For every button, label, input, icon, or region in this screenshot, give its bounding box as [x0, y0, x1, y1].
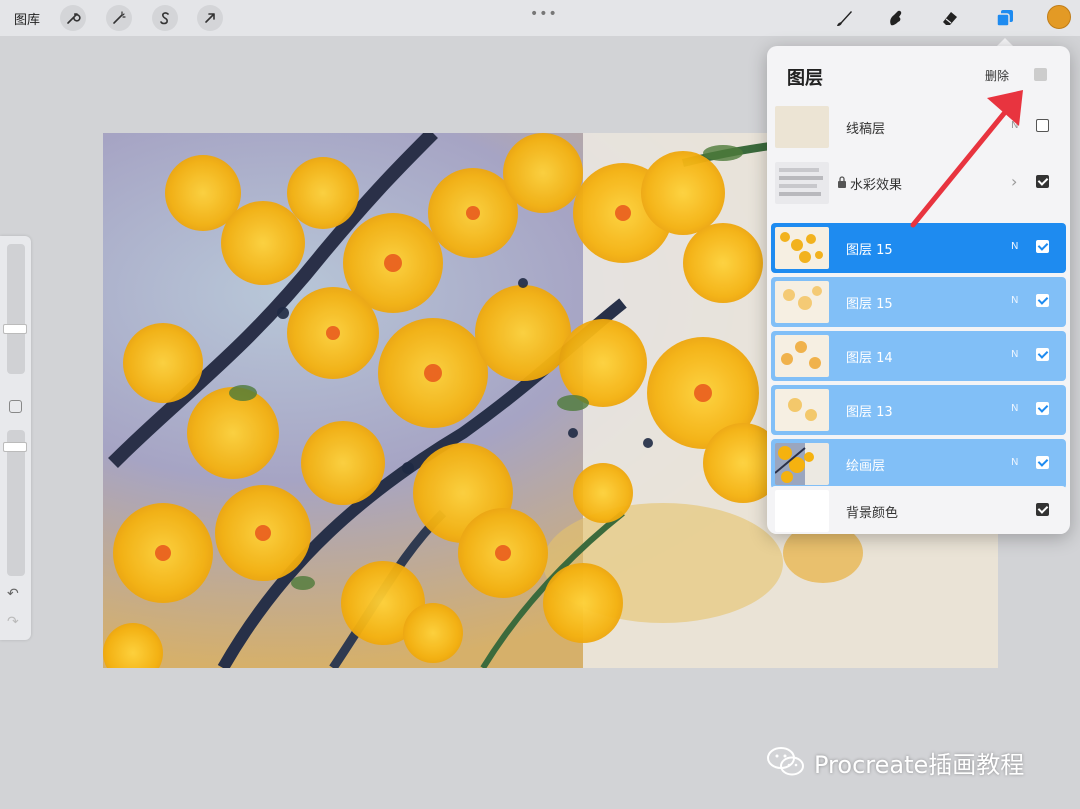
opacity-thumb[interactable]	[3, 442, 27, 452]
layer-name: 背景颜色	[846, 506, 899, 521]
layer-visibility-checkbox[interactable]	[1036, 456, 1049, 469]
left-sidebar: ↶ ↷	[0, 236, 31, 640]
layer-name: 图层 14	[846, 351, 893, 366]
add-layer-button[interactable]	[1034, 68, 1047, 81]
undo-button[interactable]: ↶	[7, 586, 19, 602]
layer-row-selected[interactable]: 图层 15 N	[771, 277, 1066, 327]
redo-button[interactable]: ↷	[7, 614, 19, 630]
layer-blend-mode[interactable]: N	[1011, 457, 1018, 468]
lock-icon	[838, 176, 846, 188]
layer-thumbnail	[775, 162, 829, 204]
layer-visibility-checkbox[interactable]	[1036, 348, 1049, 361]
modify-button[interactable]	[9, 400, 22, 413]
layer-thumbnail	[775, 106, 829, 148]
layer-row-active[interactable]: 图层 15 N	[771, 223, 1066, 273]
layer-group-row[interactable]: 水彩效果 ›	[771, 158, 1066, 208]
layer-thumbnail	[775, 335, 829, 377]
layer-name: 图层 15	[846, 297, 893, 312]
layers-panel-title: 图层	[787, 68, 823, 89]
color-picker-button[interactable]	[1047, 5, 1071, 29]
layer-blend-mode[interactable]: N	[1011, 120, 1018, 131]
layer-name: 水彩效果	[850, 178, 903, 193]
selection-s-icon[interactable]	[152, 5, 178, 31]
layer-blend-mode[interactable]: N	[1011, 349, 1018, 360]
gallery-button[interactable]: 图库	[14, 9, 40, 28]
layer-row-selected[interactable]: 绘画层 N	[771, 439, 1066, 489]
window-grabber-icon[interactable]: •••	[530, 6, 558, 22]
brush-icon[interactable]	[830, 5, 858, 31]
eraser-icon[interactable]	[936, 5, 964, 31]
layer-blend-mode[interactable]: N	[1011, 403, 1018, 414]
layer-row-selected[interactable]: 图层 13 N	[771, 385, 1066, 435]
layer-thumbnail	[775, 227, 829, 269]
adjustments-wand-icon[interactable]	[106, 5, 132, 31]
layer-visibility-checkbox[interactable]	[1036, 503, 1049, 516]
layer-visibility-checkbox[interactable]	[1036, 119, 1049, 132]
layer-blend-mode[interactable]: N	[1011, 295, 1018, 306]
layer-name: 绘画层	[846, 459, 886, 474]
layers-panel-header: 图层 删除	[767, 46, 1070, 102]
layer-thumbnail	[775, 281, 829, 323]
brush-size-thumb[interactable]	[3, 324, 27, 334]
brush-size-slider[interactable]	[7, 244, 25, 374]
watermark-text: Procreate插画教程	[814, 750, 1025, 779]
layer-row[interactable]: 线稿层 N	[771, 102, 1066, 152]
layer-thumbnail	[775, 389, 829, 431]
layer-thumbnail	[775, 443, 829, 485]
transform-arrow-icon[interactable]	[197, 5, 223, 31]
layer-thumbnail	[775, 490, 829, 532]
layer-visibility-checkbox[interactable]	[1036, 240, 1049, 253]
layer-blend-mode[interactable]: N	[1011, 241, 1018, 252]
smudge-icon[interactable]	[882, 5, 910, 31]
layer-visibility-checkbox[interactable]	[1036, 402, 1049, 415]
layers-panel: 图层 删除 线稿层 N 水彩效果 › 图层 15 N 图层 15 N 图层 14…	[767, 46, 1070, 534]
layer-name: 图层 15	[846, 243, 893, 258]
layers-icon[interactable]	[991, 5, 1019, 31]
delete-layers-button[interactable]: 删除	[985, 67, 1009, 84]
top-toolbar: 图库 •••	[0, 0, 1080, 36]
layer-visibility-checkbox[interactable]	[1036, 294, 1049, 307]
watermark: Procreate插画教程	[766, 744, 1024, 780]
layer-row-selected[interactable]: 图层 14 N	[771, 331, 1066, 381]
layer-name: 图层 13	[846, 405, 893, 420]
layer-visibility-checkbox[interactable]	[1036, 175, 1049, 188]
background-color-row[interactable]: 背景颜色	[771, 486, 1066, 534]
wechat-icon	[767, 747, 804, 776]
layer-name: 线稿层	[846, 122, 886, 137]
chevron-right-icon[interactable]: ›	[1011, 172, 1017, 191]
actions-wrench-icon[interactable]	[60, 5, 86, 31]
